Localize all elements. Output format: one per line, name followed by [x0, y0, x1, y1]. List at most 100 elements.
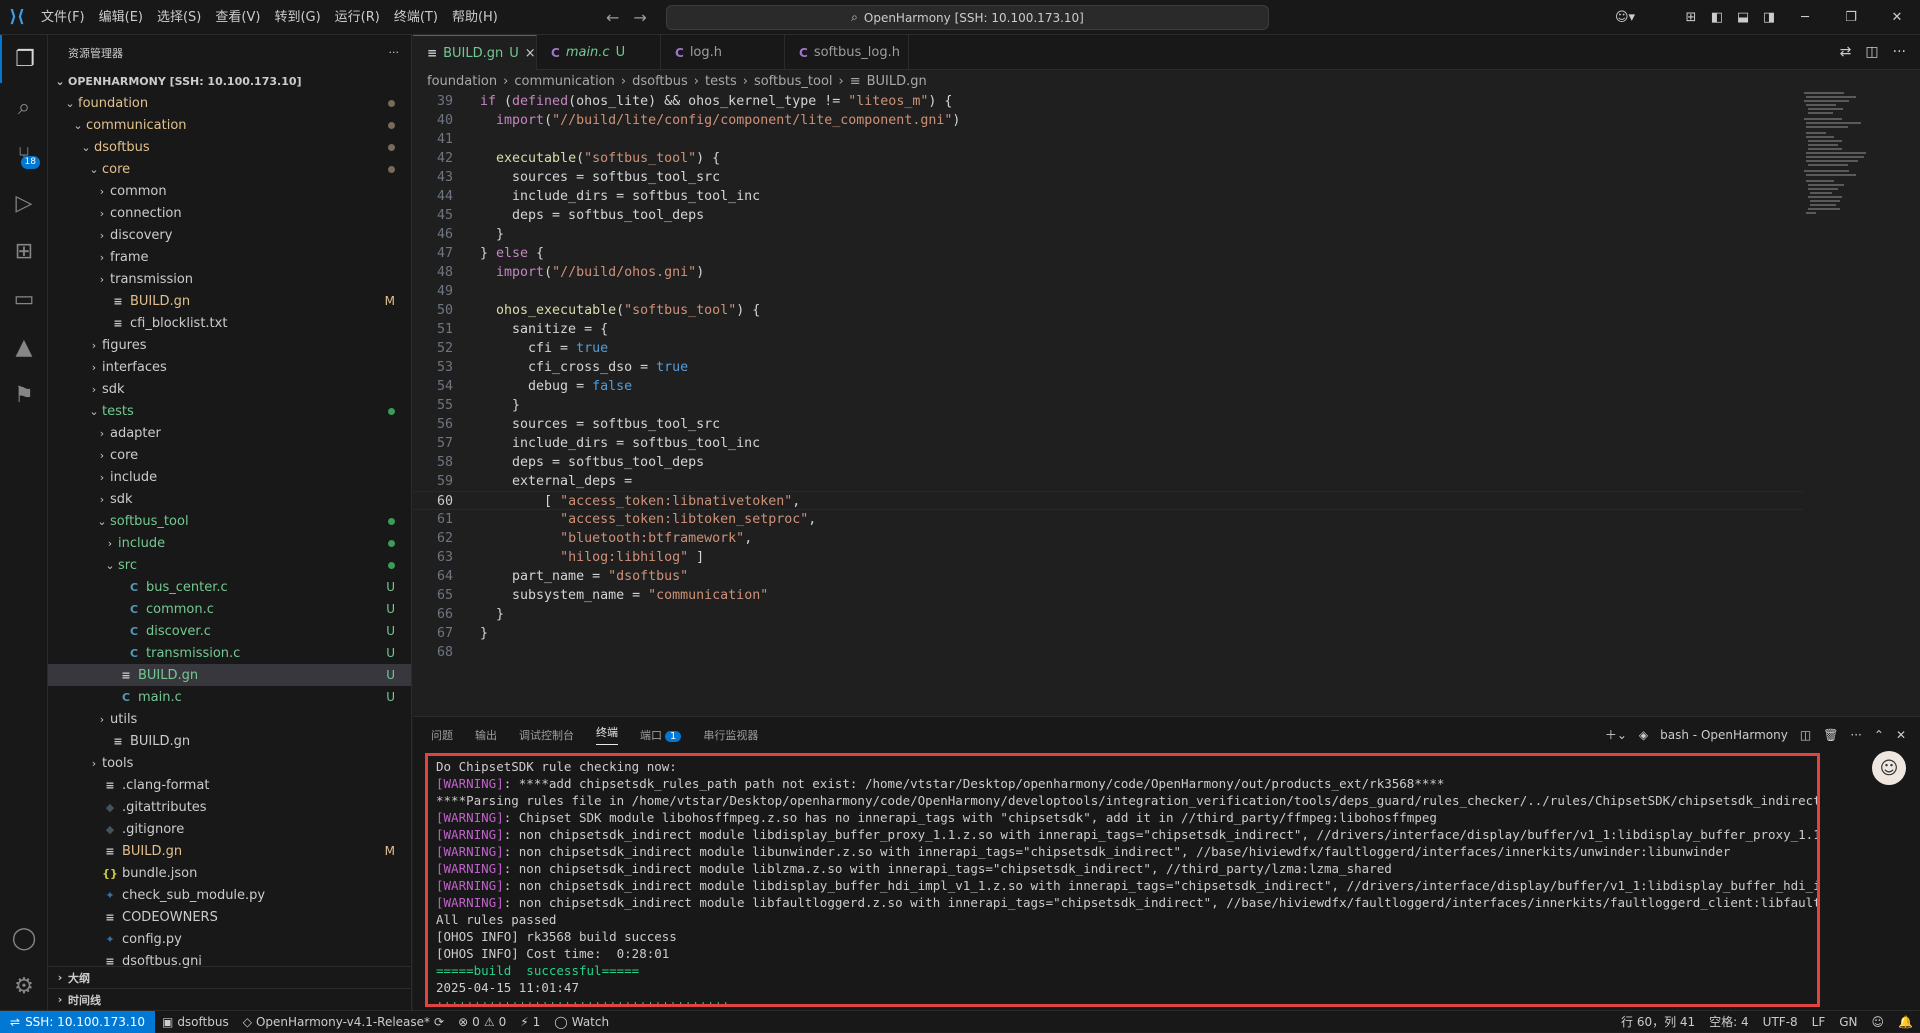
panel-more-icon[interactable]: ··· — [1850, 728, 1861, 742]
code-line[interactable]: 57 include_dirs = softbus_tool_inc — [413, 434, 1803, 453]
terminal-name[interactable]: bash - OpenHarmony — [1660, 728, 1788, 742]
panel-tab[interactable]: 终端 — [596, 724, 618, 745]
menu-item[interactable]: 查看(V) — [208, 0, 267, 35]
explorer-icon[interactable]: ❐ — [0, 35, 48, 83]
tree-file[interactable]: Ctransmission.c U — [48, 642, 411, 664]
tree-folder[interactable]: › transmission — [48, 268, 411, 290]
code-line[interactable]: 47} else { — [413, 244, 1803, 263]
code-line[interactable]: 55 } — [413, 396, 1803, 415]
avatar[interactable]: ☺ — [1872, 751, 1906, 785]
code-line[interactable]: 53 cfi_cross_dso = true — [413, 358, 1803, 377]
menu-item[interactable]: 转到(G) — [267, 0, 327, 35]
trash-icon[interactable]: 🗑 — [1823, 728, 1838, 742]
tree-folder[interactable]: › connection — [48, 202, 411, 224]
language-mode[interactable]: GN — [1832, 1015, 1864, 1029]
tree-folder[interactable]: ⌄ src — [48, 554, 411, 576]
tree-file[interactable]: ≡ cfi_blocklist.txt — [48, 312, 411, 334]
code-line[interactable]: 51 sanitize = { — [413, 320, 1803, 339]
code-line[interactable]: 60 [ "access_token:libnativetoken", — [413, 491, 1803, 510]
outline-section[interactable]: › 大纲 — [48, 966, 411, 988]
menu-item[interactable]: 帮助(H) — [445, 0, 505, 35]
code-line[interactable]: 63 "hilog:libhilog" ] — [413, 548, 1803, 567]
code-line[interactable]: 41 — [413, 130, 1803, 149]
minimize-icon[interactable]: ─ — [1782, 10, 1828, 25]
settings-gear-icon[interactable]: ⚙ — [0, 962, 48, 1010]
notifications-icon[interactable]: 🔔 — [1891, 1015, 1920, 1029]
tree-folder[interactable]: › include — [48, 532, 411, 554]
code-line[interactable]: 66 } — [413, 605, 1803, 624]
code-line[interactable]: 46 } — [413, 225, 1803, 244]
code-line[interactable]: 61 "access_token:libtoken_setproc", — [413, 510, 1803, 529]
breadcrumb-item[interactable]: tests — [705, 74, 737, 89]
code-line[interactable]: 49 — [413, 282, 1803, 301]
panel-tab[interactable]: 输出 — [475, 727, 497, 743]
code-line[interactable]: 40 import("//build/lite/config/component… — [413, 111, 1803, 130]
breadcrumb-item[interactable]: communication — [514, 74, 615, 89]
tree-file[interactable]: ≡ BUILD.gn M — [48, 290, 411, 312]
command-center[interactable]: ⌕ OpenHarmony [SSH: 10.100.173.10] — [666, 5, 1269, 30]
code-line[interactable]: 45 deps = softbus_tool_deps — [413, 206, 1803, 225]
tree-folder[interactable]: ⌄ foundation — [48, 92, 411, 114]
code-view[interactable]: 39 if (defined(ohos_lite) && ohos_kernel_… — [413, 92, 1803, 662]
tree-folder[interactable]: › adapter — [48, 422, 411, 444]
copilot-status-icon[interactable]: ☺ — [1865, 1015, 1892, 1029]
branch-status[interactable]: ◇ OpenHarmony-v4.1-Release* ⟳ — [236, 1015, 451, 1029]
eol[interactable]: LF — [1805, 1015, 1833, 1029]
tree-folder[interactable]: ⌄ softbus_tool — [48, 510, 411, 532]
editor-tab[interactable]: Csoftbus_log.h — [785, 35, 909, 70]
remote-explorer-icon[interactable]: ▭ — [0, 275, 48, 323]
close-panel-icon[interactable]: ✕ — [1896, 728, 1906, 742]
workspace-root[interactable]: ⌄ OPENHARMONY [SSH: 10.100.173.10] — [48, 70, 411, 92]
indentation[interactable]: 空格: 4 — [1702, 1013, 1756, 1030]
tree-folder[interactable]: › utils — [48, 708, 411, 730]
menu-item[interactable]: 选择(S) — [150, 0, 208, 35]
restore-icon[interactable]: ❐ — [1828, 10, 1874, 25]
extensions-icon[interactable]: ⊞ — [0, 227, 48, 275]
search-icon[interactable]: ⌕ — [0, 83, 48, 131]
bookmark-icon[interactable]: ⚑ — [0, 371, 48, 419]
menu-item[interactable]: 文件(F) — [34, 0, 92, 35]
code-line[interactable]: 56 sources = softbus_tool_src — [413, 415, 1803, 434]
tree-folder[interactable]: ⌄ core — [48, 158, 411, 180]
tree-folder[interactable]: › core — [48, 444, 411, 466]
compare-changes-icon[interactable]: ⇄ — [1840, 44, 1852, 60]
problems-status[interactable]: ⊗ 0 ⚠ 0 — [451, 1015, 513, 1029]
code-line[interactable]: 52 cfi = true — [413, 339, 1803, 358]
back-arrow-icon[interactable]: ← — [606, 8, 619, 27]
code-line[interactable]: 67} — [413, 624, 1803, 643]
panel-tab[interactable]: 串行监视器 — [703, 727, 758, 743]
menu-item[interactable]: 运行(R) — [328, 0, 387, 35]
remote-indicator[interactable]: ⇌ SSH: 10.100.173.10 — [0, 1010, 155, 1033]
code-line[interactable]: 62 "bluetooth:btframework", — [413, 529, 1803, 548]
tree-file[interactable]: {} bundle.json — [48, 862, 411, 884]
source-control-icon[interactable]: ⑂ 18 — [0, 131, 48, 179]
watch-status[interactable]: ◯ Watch — [547, 1015, 616, 1029]
tree-file[interactable]: ◆ .gitignore — [48, 818, 411, 840]
code-line[interactable]: 64 part_name = "dsoftbus" — [413, 567, 1803, 586]
minimap[interactable] — [1804, 92, 1884, 242]
ports-status[interactable]: ⚡ 1 — [513, 1015, 547, 1029]
tree-file[interactable]: Ccommon.c U — [48, 598, 411, 620]
code-line[interactable]: 43 sources = softbus_tool_src — [413, 168, 1803, 187]
code-line[interactable]: 65 subsystem_name = "communication" — [413, 586, 1803, 605]
tree-file[interactable]: ✦ config.py — [48, 928, 411, 950]
code-line[interactable]: 44 include_dirs = softbus_tool_inc — [413, 187, 1803, 206]
customize-layout-icon[interactable]: ⊞ — [1678, 10, 1704, 25]
copilot-icon[interactable]: ☺▾ — [1612, 10, 1638, 25]
editor-tab[interactable]: Clog.h — [661, 35, 785, 70]
toggle-secondary-sidebar-icon[interactable]: ◨ — [1756, 10, 1782, 25]
breadcrumb-item[interactable]: foundation — [427, 74, 497, 89]
more-actions-icon[interactable]: ··· — [389, 46, 400, 59]
split-terminal-icon[interactable]: ◫ — [1800, 728, 1811, 742]
deveco-icon[interactable]: ▲ — [0, 323, 48, 371]
toggle-sidebar-icon[interactable]: ◧ — [1704, 10, 1730, 25]
close-tab-icon[interactable]: × — [525, 46, 536, 61]
split-editor-icon[interactable]: ◫ — [1865, 44, 1878, 60]
toggle-panel-icon[interactable]: ⬓ — [1730, 10, 1756, 25]
tree-file[interactable]: ◆ .gitattributes — [48, 796, 411, 818]
encoding[interactable]: UTF-8 — [1756, 1015, 1805, 1029]
panel-tab[interactable]: 调试控制台 — [519, 727, 574, 743]
tree-file[interactable]: ✦ check_sub_module.py — [48, 884, 411, 906]
tree-folder[interactable]: › common — [48, 180, 411, 202]
forward-arrow-icon[interactable]: → — [633, 8, 646, 27]
